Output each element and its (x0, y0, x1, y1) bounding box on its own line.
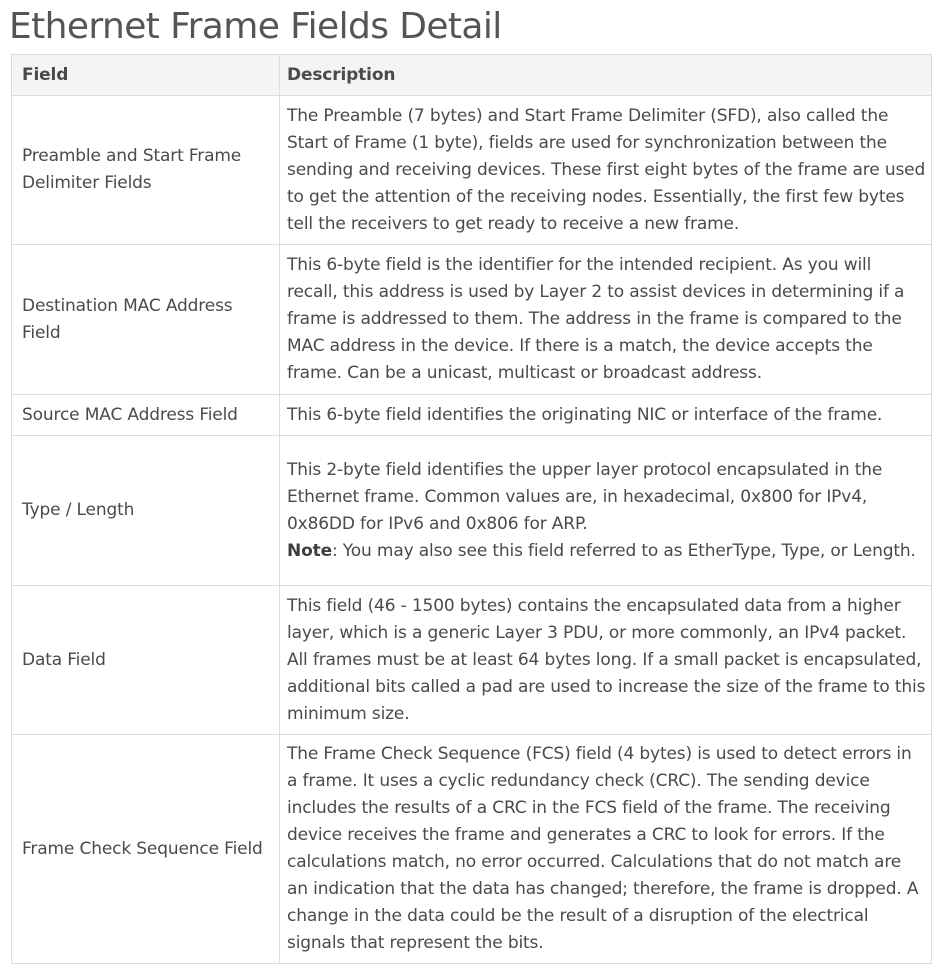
table-row: Preamble and Start Frame Delimiter Field… (11, 95, 932, 245)
description-cell: The Preamble (7 bytes) and Start Frame D… (279, 95, 932, 245)
ethernet-fields-table: Field Description Preamble and Start Fra… (11, 54, 932, 964)
table-row: Destination MAC Address Field This 6-byt… (11, 244, 932, 395)
column-header-description: Description (279, 54, 932, 96)
description-cell: This 2-byte field identifies the upper l… (279, 435, 932, 586)
description-cell: This 6-byte field is the identifier for … (279, 244, 932, 395)
description-cell: This field (46 - 1500 bytes) contains th… (279, 585, 932, 735)
note-label: Note (287, 540, 332, 561)
table-row: Source MAC Address Field This 6-byte fie… (11, 394, 932, 436)
description-text: This 2-byte field identifies the upper l… (287, 459, 883, 534)
page: Ethernet Frame Fields Detail Field Descr… (0, 0, 937, 976)
field-cell: Frame Check Sequence Field (11, 734, 280, 964)
field-cell: Source MAC Address Field (11, 394, 280, 436)
field-cell: Preamble and Start Frame Delimiter Field… (11, 95, 280, 245)
table-row: Frame Check Sequence Field The Frame Che… (11, 734, 932, 964)
description-cell: This 6-byte field identifies the origina… (279, 394, 932, 436)
field-cell: Type / Length (11, 435, 280, 586)
table-row: Type / Length This 2-byte field identifi… (11, 435, 932, 586)
note-text: : You may also see this field referred t… (331, 540, 916, 561)
field-cell: Data Field (11, 585, 280, 735)
page-title: Ethernet Frame Fields Detail (9, 6, 502, 47)
field-cell: Destination MAC Address Field (11, 244, 280, 395)
table-header-row: Field Description (11, 54, 932, 96)
column-header-field: Field (11, 54, 280, 96)
description-cell: The Frame Check Sequence (FCS) field (4 … (279, 734, 932, 964)
table-row: Data Field This field (46 - 1500 bytes) … (11, 585, 932, 735)
